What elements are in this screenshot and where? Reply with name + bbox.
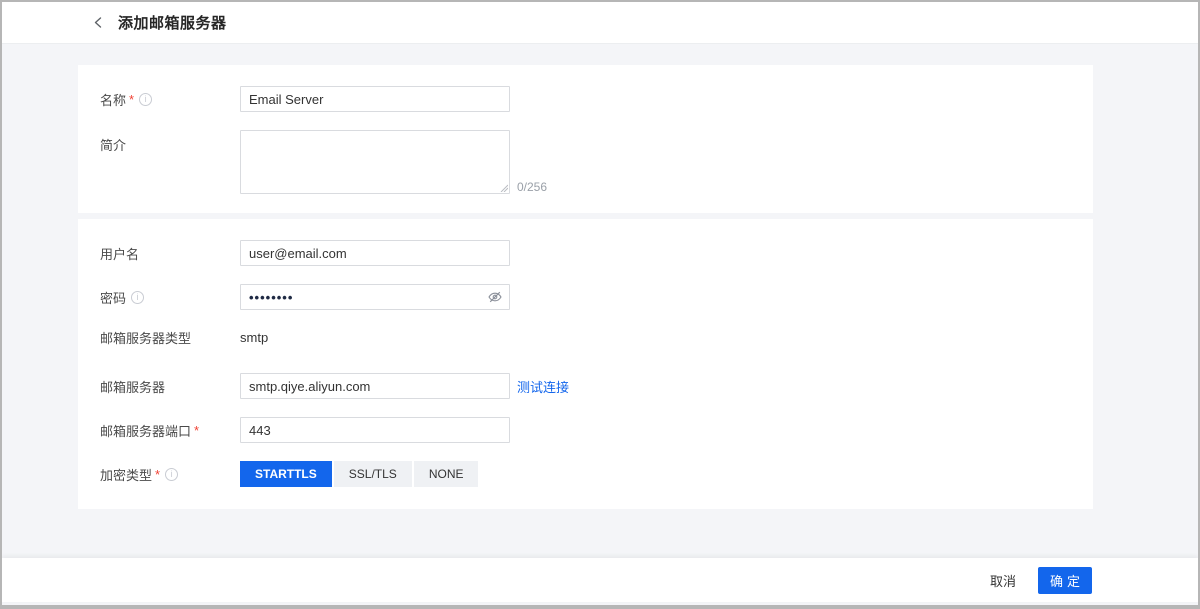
server-type-value: smtp [240, 330, 268, 345]
server-port-field-row: 邮箱服务器端口 * [100, 417, 1093, 443]
password-input[interactable] [240, 284, 510, 310]
encryption-segmented-control: STARTTLS SSL/TLS NONE [240, 461, 480, 487]
encryption-option[interactable]: SSL/TLS [334, 461, 412, 487]
server-settings-card: 用户名 密码 i 邮箱服务器类型 [78, 219, 1093, 509]
basic-info-card: 名称 * i 简介 0/256 [78, 65, 1093, 213]
footer-action-bar: 取消 确定 [2, 558, 1198, 602]
username-label: 用户名 [100, 244, 240, 263]
page-title: 添加邮箱服务器 [118, 12, 227, 33]
toggle-password-visibility-button[interactable] [487, 289, 503, 305]
encryption-label: 加密类型 * i [100, 465, 240, 484]
required-mark: * [194, 423, 199, 438]
info-icon[interactable]: i [131, 291, 144, 304]
required-mark: * [129, 92, 134, 107]
back-button[interactable] [88, 13, 108, 33]
confirm-button[interactable]: 确定 [1038, 567, 1092, 594]
encryption-field-row: 加密类型 * i STARTTLS SSL/TLS NONE [100, 461, 1093, 487]
add-mail-server-page: 添加邮箱服务器 名称 * i 简介 0/256 [0, 0, 1200, 609]
username-input[interactable] [240, 240, 510, 266]
info-icon[interactable]: i [139, 93, 152, 106]
encryption-option[interactable]: STARTTLS [240, 461, 332, 487]
server-port-input[interactable] [240, 417, 510, 443]
password-field-row: 密码 i [100, 284, 1093, 310]
eye-slash-icon [487, 289, 503, 305]
description-label: 简介 [100, 130, 240, 154]
server-port-label: 邮箱服务器端口 * [100, 421, 240, 440]
name-field-row: 名称 * i [100, 86, 1093, 112]
cancel-button[interactable]: 取消 [990, 571, 1016, 590]
page-header: 添加邮箱服务器 [2, 2, 1198, 44]
description-field-row: 简介 0/256 [100, 130, 1093, 194]
chevron-left-icon [93, 17, 104, 28]
char-counter: 0/256 [517, 181, 547, 194]
required-mark: * [155, 467, 160, 482]
server-host-field-row: 邮箱服务器 测试连接 [100, 373, 1093, 399]
description-textarea[interactable] [240, 130, 510, 194]
server-host-label: 邮箱服务器 [100, 377, 240, 396]
server-type-row: 邮箱服务器类型 smtp [100, 328, 1093, 347]
name-input[interactable] [240, 86, 510, 112]
description-textarea-wrap [240, 130, 510, 194]
name-label: 名称 * i [100, 90, 240, 109]
password-input-wrap [240, 284, 510, 310]
test-connection-link[interactable]: 测试连接 [517, 377, 569, 396]
info-icon[interactable]: i [165, 468, 178, 481]
encryption-option[interactable]: NONE [414, 461, 479, 487]
username-field-row: 用户名 [100, 240, 1093, 266]
password-label: 密码 i [100, 288, 240, 307]
server-type-label: 邮箱服务器类型 [100, 328, 240, 347]
server-host-input[interactable] [240, 373, 510, 399]
